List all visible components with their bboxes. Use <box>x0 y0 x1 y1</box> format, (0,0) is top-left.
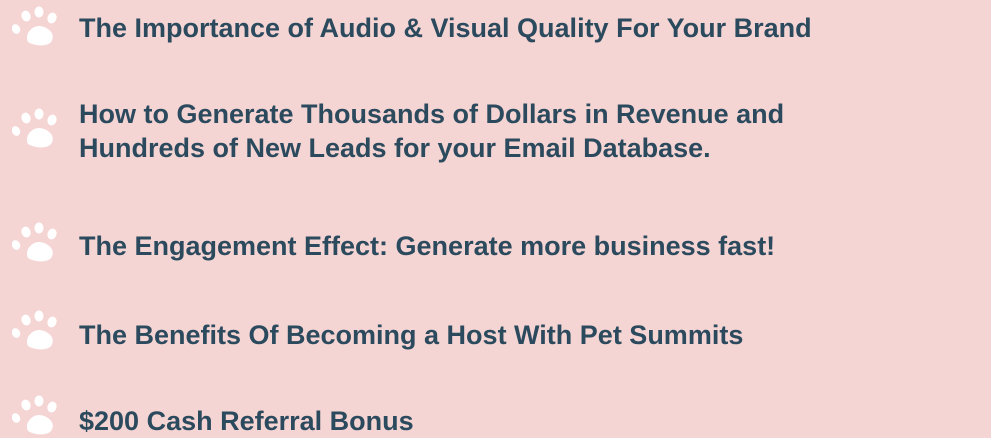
item-label: $200 Cash Referral Bonus <box>79 406 414 436</box>
paw-icon <box>12 308 62 352</box>
paw-icon <box>12 4 62 48</box>
paw-icon <box>12 220 62 264</box>
topic-list: The Importance of Audio & Visual Quality… <box>0 0 991 438</box>
paw-icon <box>12 106 62 150</box>
item-label: The Engagement Effect: Generate more bus… <box>79 231 776 261</box>
item-label: The Importance of Audio & Visual Quality… <box>79 13 812 43</box>
item-label: How to Generate Thousands of Dollars in … <box>79 99 785 163</box>
paw-icon <box>12 393 62 437</box>
item-label: The Benefits Of Becoming a Host With Pet… <box>79 320 744 350</box>
